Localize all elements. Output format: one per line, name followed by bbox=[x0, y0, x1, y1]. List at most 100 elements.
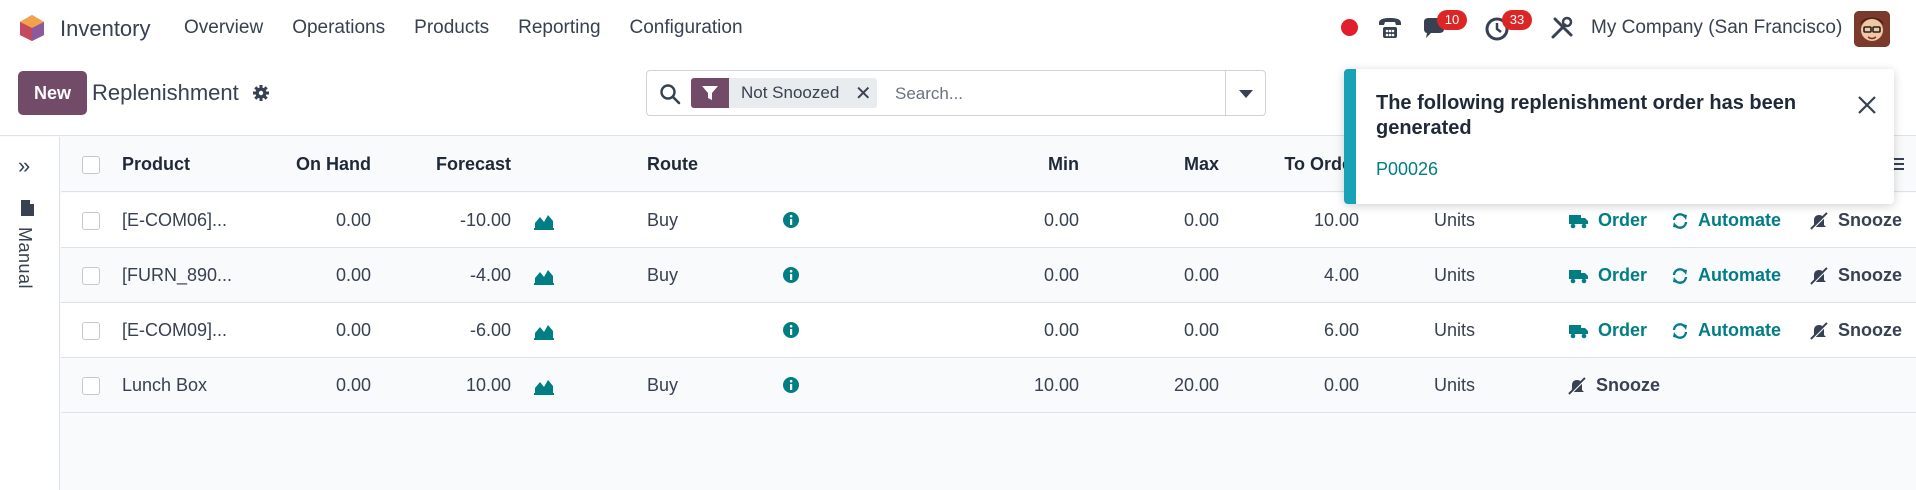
product-cell[interactable]: [E-COM06]... bbox=[122, 193, 262, 248]
select-all-checkbox[interactable] bbox=[82, 156, 100, 174]
side-panel: » Manual bbox=[0, 137, 60, 490]
search-input[interactable] bbox=[893, 81, 1223, 107]
column-on-hand[interactable]: On Hand bbox=[261, 137, 371, 192]
menu-reporting[interactable]: Reporting bbox=[518, 17, 600, 39]
table-row[interactable]: [E-COM09]... 0.00 -6.00 0.00 0.00 6.00 U… bbox=[61, 303, 1916, 358]
page-title: Replenishment bbox=[92, 80, 239, 105]
bell-slash-icon bbox=[1810, 211, 1829, 230]
row-checkbox[interactable] bbox=[82, 212, 100, 230]
on-hand-cell: 0.00 bbox=[335, 320, 371, 340]
bookmark-icon bbox=[21, 200, 34, 216]
user-avatar[interactable] bbox=[1854, 11, 1890, 47]
route-cell[interactable]: Buy bbox=[647, 248, 678, 303]
tools-icon[interactable] bbox=[1549, 15, 1575, 41]
truck-icon bbox=[1569, 324, 1588, 338]
refresh-icon bbox=[1672, 212, 1688, 229]
column-product[interactable]: Product bbox=[122, 137, 262, 192]
column-min[interactable]: Min bbox=[921, 137, 1079, 192]
automate-label: Automate bbox=[1698, 265, 1782, 285]
remove-facet-icon[interactable]: ✕ bbox=[849, 81, 877, 106]
snooze-button[interactable]: Snooze bbox=[1567, 358, 1660, 413]
gear-icon[interactable] bbox=[252, 84, 270, 102]
order-reference-link[interactable]: P00026 bbox=[1376, 159, 1438, 180]
snooze-button[interactable]: Snooze bbox=[1809, 248, 1902, 303]
close-icon[interactable] bbox=[1856, 94, 1878, 116]
search-facet: Not Snoozed ✕ bbox=[691, 78, 878, 108]
search-icon[interactable] bbox=[659, 83, 681, 105]
forecast-graph-icon[interactable] bbox=[533, 211, 555, 231]
menu-overview[interactable]: Overview bbox=[184, 17, 263, 39]
to-order-cell[interactable]: 4.00 bbox=[1219, 248, 1359, 303]
row-checkbox[interactable] bbox=[82, 267, 100, 285]
to-order-cell[interactable]: 10.00 bbox=[1219, 193, 1359, 248]
order-label: Order bbox=[1598, 320, 1648, 340]
min-cell[interactable]: 10.00 bbox=[921, 358, 1079, 413]
menu-operations[interactable]: Operations bbox=[292, 17, 385, 39]
to-order-cell[interactable]: 0.00 bbox=[1219, 358, 1359, 413]
row-checkbox[interactable] bbox=[82, 322, 100, 340]
bell-slash-icon bbox=[1810, 321, 1829, 340]
uom-cell: Units bbox=[1434, 265, 1476, 285]
forecast-cell: -6.00 bbox=[469, 320, 511, 340]
row-checkbox[interactable] bbox=[82, 377, 100, 395]
info-icon[interactable] bbox=[782, 321, 800, 339]
new-button[interactable]: New bbox=[18, 71, 87, 115]
automate-button[interactable]: Automate bbox=[1671, 248, 1781, 303]
facet-label: Not Snoozed bbox=[741, 83, 840, 102]
table-row[interactable]: [FURN_890... 0.00 -4.00 Buy 0.00 0.00 4.… bbox=[61, 248, 1916, 303]
max-cell[interactable]: 0.00 bbox=[1079, 303, 1219, 358]
on-hand-cell: 0.00 bbox=[335, 375, 371, 395]
bell-slash-icon bbox=[1810, 266, 1829, 285]
toast-message: The following replenishment order has be… bbox=[1376, 92, 1797, 139]
forecast-cell: 10.00 bbox=[465, 375, 511, 395]
forecast-graph-icon[interactable] bbox=[533, 321, 555, 341]
to-order-cell[interactable]: 6.00 bbox=[1219, 303, 1359, 358]
route-cell[interactable]: Buy bbox=[647, 193, 678, 248]
search-options-toggle[interactable] bbox=[1225, 71, 1265, 115]
recording-indicator-icon[interactable] bbox=[1341, 19, 1358, 36]
column-max[interactable]: Max bbox=[1079, 137, 1219, 192]
column-forecast[interactable]: Forecast bbox=[391, 137, 511, 192]
forecast-cell: -10.00 bbox=[459, 210, 511, 230]
forecast-graph-icon[interactable] bbox=[533, 266, 555, 286]
column-route[interactable]: Route bbox=[647, 137, 698, 192]
snooze-label: Snooze bbox=[1838, 265, 1903, 285]
company-switcher[interactable]: My Company (San Francisco) bbox=[1591, 17, 1842, 39]
product-cell[interactable]: [E-COM09]... bbox=[122, 303, 262, 358]
snooze-button[interactable]: Snooze bbox=[1809, 303, 1902, 358]
activity-badge: 33 bbox=[1502, 10, 1532, 30]
notification-toast: The following replenishment order has be… bbox=[1344, 69, 1894, 204]
menu-products[interactable]: Products bbox=[414, 17, 489, 39]
app-name[interactable]: Inventory bbox=[60, 16, 151, 42]
product-cell[interactable]: Lunch Box bbox=[122, 358, 262, 413]
max-cell[interactable]: 20.00 bbox=[1079, 358, 1219, 413]
max-cell[interactable]: 0.00 bbox=[1079, 193, 1219, 248]
menu-configuration[interactable]: Configuration bbox=[630, 17, 743, 39]
table-row[interactable]: Lunch Box 0.00 10.00 Buy 10.00 20.00 0.0… bbox=[61, 358, 1916, 413]
info-icon[interactable] bbox=[782, 376, 800, 394]
min-cell[interactable]: 0.00 bbox=[921, 303, 1079, 358]
column-to-order[interactable]: To Order bbox=[1219, 137, 1359, 192]
min-cell[interactable]: 0.00 bbox=[921, 248, 1079, 303]
search-bar: Not Snoozed ✕ bbox=[646, 70, 1266, 116]
product-cell[interactable]: [FURN_890... bbox=[122, 248, 262, 303]
uom-cell: Units bbox=[1434, 320, 1476, 340]
side-panel-manual[interactable]: Manual bbox=[14, 227, 35, 289]
main-menu: Overview Operations Products Reporting C… bbox=[184, 0, 772, 56]
inventory-app-icon[interactable] bbox=[18, 14, 46, 42]
order-button[interactable]: Order bbox=[1569, 248, 1647, 303]
order-label: Order bbox=[1598, 265, 1648, 285]
truck-icon bbox=[1569, 269, 1588, 283]
expand-panel-icon[interactable]: » bbox=[18, 153, 30, 179]
min-cell[interactable]: 0.00 bbox=[921, 193, 1079, 248]
on-hand-cell: 0.00 bbox=[335, 210, 371, 230]
info-icon[interactable] bbox=[782, 266, 800, 284]
max-cell[interactable]: 0.00 bbox=[1079, 248, 1219, 303]
route-cell[interactable]: Buy bbox=[647, 358, 678, 413]
info-icon[interactable] bbox=[782, 211, 800, 229]
automate-label: Automate bbox=[1698, 320, 1782, 340]
automate-button[interactable]: Automate bbox=[1671, 303, 1781, 358]
forecast-graph-icon[interactable] bbox=[533, 376, 555, 396]
order-button[interactable]: Order bbox=[1569, 303, 1647, 358]
phone-icon[interactable] bbox=[1376, 14, 1404, 42]
